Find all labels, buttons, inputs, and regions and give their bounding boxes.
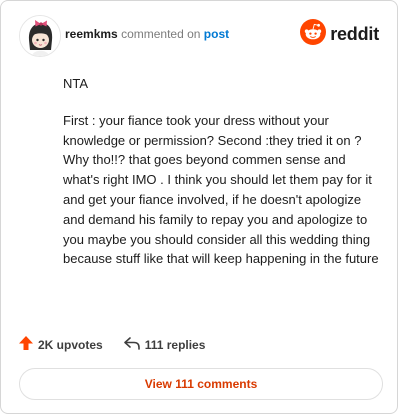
reply-arrow-icon	[123, 335, 145, 354]
username[interactable]: reemkms	[65, 27, 118, 41]
comment-paragraph: First : your fiance took your dress with…	[63, 112, 379, 267]
comment-actions: 2K upvotes 111 replies	[18, 335, 205, 354]
view-comments-button[interactable]: View 111 comments	[19, 368, 383, 400]
upvote-count: 2K upvotes	[38, 337, 103, 352]
avatar[interactable]	[19, 15, 61, 57]
comment-meta: reemkms commented on post	[65, 27, 229, 41]
reply-count: 111 replies	[144, 337, 206, 352]
action-text: commented on	[121, 27, 201, 41]
avatar-illustration	[20, 16, 60, 56]
post-link[interactable]: post	[204, 27, 229, 41]
comment-body: NTA First : your fiance took your dress …	[63, 74, 383, 286]
upvote-arrow-icon	[18, 335, 38, 354]
comment-card: reemkms commented on post reddit NTA Fir…	[0, 0, 398, 414]
comment-paragraph: NTA	[63, 76, 89, 91]
replies-button[interactable]: 111 replies	[123, 335, 206, 354]
reddit-logo-icon	[300, 19, 327, 50]
upvote-button[interactable]: 2K upvotes	[18, 335, 103, 354]
reddit-brand[interactable]: reddit	[300, 19, 379, 50]
reddit-wordmark: reddit	[330, 24, 379, 44]
